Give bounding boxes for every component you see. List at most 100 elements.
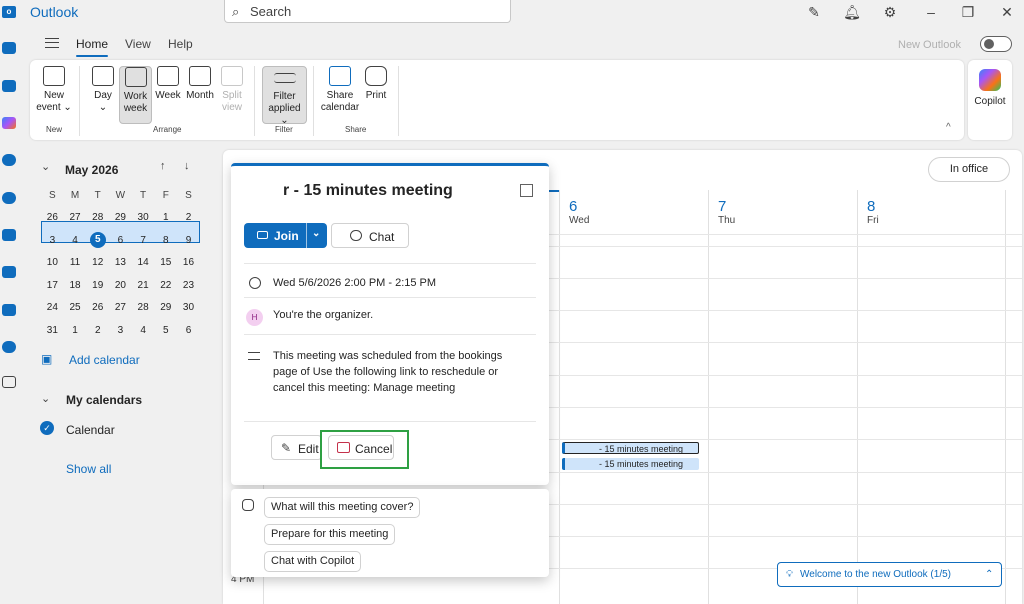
mini-calendar-day[interactable]: 20 <box>109 280 132 291</box>
mini-calendar-day[interactable]: 23 <box>177 280 200 291</box>
copilot-suggestion[interactable]: What will this meeting cover? <box>264 497 421 518</box>
mini-calendar-day[interactable]: 27 <box>64 212 87 223</box>
notes-app-icon[interactable] <box>2 266 16 278</box>
mini-calendar-day[interactable]: 15 <box>154 257 177 268</box>
org-explorer-icon[interactable] <box>2 304 16 316</box>
minimize-icon[interactable]: – <box>922 4 940 20</box>
collapse-ribbon-icon[interactable]: ^ <box>946 122 951 133</box>
day-header-thu[interactable]: 7 Thu <box>718 198 735 226</box>
mini-calendar-day[interactable]: 6 <box>177 325 200 336</box>
filter-applied-button[interactable]: Filter applied ⌄ <box>262 66 307 126</box>
mini-calendar-day[interactable]: 22 <box>154 280 177 291</box>
mini-calendar-day[interactable]: 12 <box>86 257 109 268</box>
chevron-up-icon[interactable]: ⌃ <box>985 563 993 586</box>
new-event-button[interactable]: New event ⌄ <box>36 66 72 124</box>
tab-home[interactable]: Home <box>76 37 109 57</box>
new-outlook-toggle[interactable] <box>980 36 1012 52</box>
mini-calendar-title[interactable]: May 2026 <box>65 163 118 177</box>
chevron-down-icon[interactable]: ⌄ <box>312 228 320 239</box>
mini-calendar-day[interactable]: 17 <box>41 280 64 291</box>
copilot-icon[interactable] <box>2 117 16 129</box>
mini-calendar-day[interactable]: 5 <box>154 325 177 336</box>
copilot-suggestion[interactable]: Prepare for this meeting <box>264 524 396 545</box>
close-icon[interactable]: ✕ <box>998 4 1016 20</box>
mini-calendar-day[interactable]: 25 <box>64 302 87 313</box>
day-header-fri[interactable]: 8 Fri <box>867 198 879 226</box>
people-icon[interactable] <box>2 154 16 166</box>
mini-calendar-day[interactable]: 31 <box>41 325 64 336</box>
mini-calendar-day[interactable]: 16 <box>177 257 200 268</box>
split-view-button[interactable]: Split view <box>218 66 246 124</box>
mini-calendar-day[interactable]: 19 <box>86 280 109 291</box>
work-week-view-button[interactable]: Work week <box>119 66 152 124</box>
mini-calendar-day[interactable]: 6 <box>109 235 132 246</box>
in-office-button[interactable]: In office <box>928 157 1010 182</box>
month-view-button[interactable]: Month <box>184 66 216 124</box>
more-apps-icon[interactable] <box>2 376 16 388</box>
next-month-icon[interactable]: ↓ <box>184 160 190 172</box>
print-button[interactable]: Print <box>363 66 389 124</box>
expand-icon[interactable] <box>520 184 533 197</box>
welcome-banner[interactable]: 💡︎ Welcome to the new Outlook (1/5) ⌃ <box>777 562 1002 587</box>
calendar-checked-icon[interactable]: ✓ <box>40 421 54 435</box>
mini-calendar-day[interactable]: 14 <box>132 257 155 268</box>
chat-button[interactable]: Chat <box>331 223 409 248</box>
week-view-button[interactable]: Week <box>154 66 182 124</box>
mini-calendar-day[interactable]: 3 <box>41 235 64 246</box>
tab-help[interactable]: Help <box>168 37 193 51</box>
mini-calendar-day[interactable]: 10 <box>41 257 64 268</box>
tab-view[interactable]: View <box>125 37 151 51</box>
mini-calendar-day[interactable]: 13 <box>109 257 132 268</box>
join-button[interactable]: Join ⌄ <box>244 223 327 248</box>
bell-icon[interactable]: 🔔︎ <box>843 4 861 20</box>
mini-calendar-day[interactable]: 30 <box>177 302 200 313</box>
day-view-button[interactable]: Day ⌄ <box>88 66 118 124</box>
calendar-icon[interactable] <box>2 80 16 92</box>
mini-calendar-day[interactable]: 11 <box>64 257 87 268</box>
mini-calendar-day[interactable]: 2 <box>86 325 109 336</box>
mini-calendar-day[interactable]: 4 <box>64 235 87 246</box>
todo-icon[interactable] <box>2 229 16 241</box>
mail-icon[interactable] <box>2 42 16 54</box>
mini-calendar-day[interactable]: 21 <box>132 280 155 291</box>
mini-calendar-day[interactable]: 18 <box>64 280 87 291</box>
show-all-link[interactable]: Show all <box>66 462 111 476</box>
mini-calendar-day[interactable]: 8 <box>154 235 177 246</box>
day-header-wed[interactable]: 6 Wed <box>569 198 589 226</box>
mini-calendar-day[interactable]: 26 <box>41 212 64 223</box>
onedrive-icon[interactable] <box>2 341 16 353</box>
calendar-list-item[interactable]: Calendar <box>66 423 115 437</box>
mini-calendar-day[interactable]: 4 <box>132 325 155 336</box>
mini-calendar-day[interactable]: 5 <box>86 232 109 249</box>
feedback-icon[interactable]: ✎ <box>805 4 823 20</box>
add-calendar-link[interactable]: Add calendar <box>69 353 140 367</box>
restore-icon[interactable]: ❐ <box>959 4 977 20</box>
share-calendar-button[interactable]: Share calendar <box>319 66 361 124</box>
mini-calendar-day[interactable]: 3 <box>109 325 132 336</box>
my-calendars-heading[interactable]: My calendars <box>66 393 142 407</box>
mini-calendar-day[interactable]: 30 <box>132 212 155 223</box>
collapse-mini-calendar-icon[interactable]: ⌄ <box>41 160 50 173</box>
copilot-suggestion[interactable]: Chat with Copilot <box>264 551 362 572</box>
mini-calendar-day[interactable]: 28 <box>132 302 155 313</box>
hamburger-menu-icon[interactable] <box>45 38 59 48</box>
calendar-event-selected[interactable]: - 15 minutes meeting <box>562 442 699 454</box>
mini-calendar-day[interactable]: 27 <box>109 302 132 313</box>
calendar-event[interactable]: - 15 minutes meeting <box>562 458 699 470</box>
mini-calendar-day[interactable]: 2 <box>177 212 200 223</box>
previous-month-icon[interactable]: ↑ <box>160 160 166 172</box>
mini-calendar-day[interactable]: 7 <box>132 235 155 246</box>
mini-calendar-day[interactable]: 1 <box>154 212 177 223</box>
mini-calendar-day[interactable]: 26 <box>86 302 109 313</box>
mini-calendar-day[interactable]: 29 <box>109 212 132 223</box>
mini-calendar-day[interactable]: 29 <box>154 302 177 313</box>
groups-icon[interactable] <box>2 192 16 204</box>
edit-button[interactable]: ✎ Edit <box>271 435 322 460</box>
mini-calendar-day[interactable]: 1 <box>64 325 87 336</box>
mini-calendar-day[interactable]: 24 <box>41 302 64 313</box>
mini-calendar-day[interactable]: 28 <box>86 212 109 223</box>
collapse-my-calendars-icon[interactable]: ⌄ <box>41 392 50 405</box>
mini-calendar-day[interactable]: 9 <box>177 235 200 246</box>
copilot-button[interactable]: Copilot <box>968 60 1012 140</box>
gear-icon[interactable]: ⚙ <box>881 4 899 20</box>
